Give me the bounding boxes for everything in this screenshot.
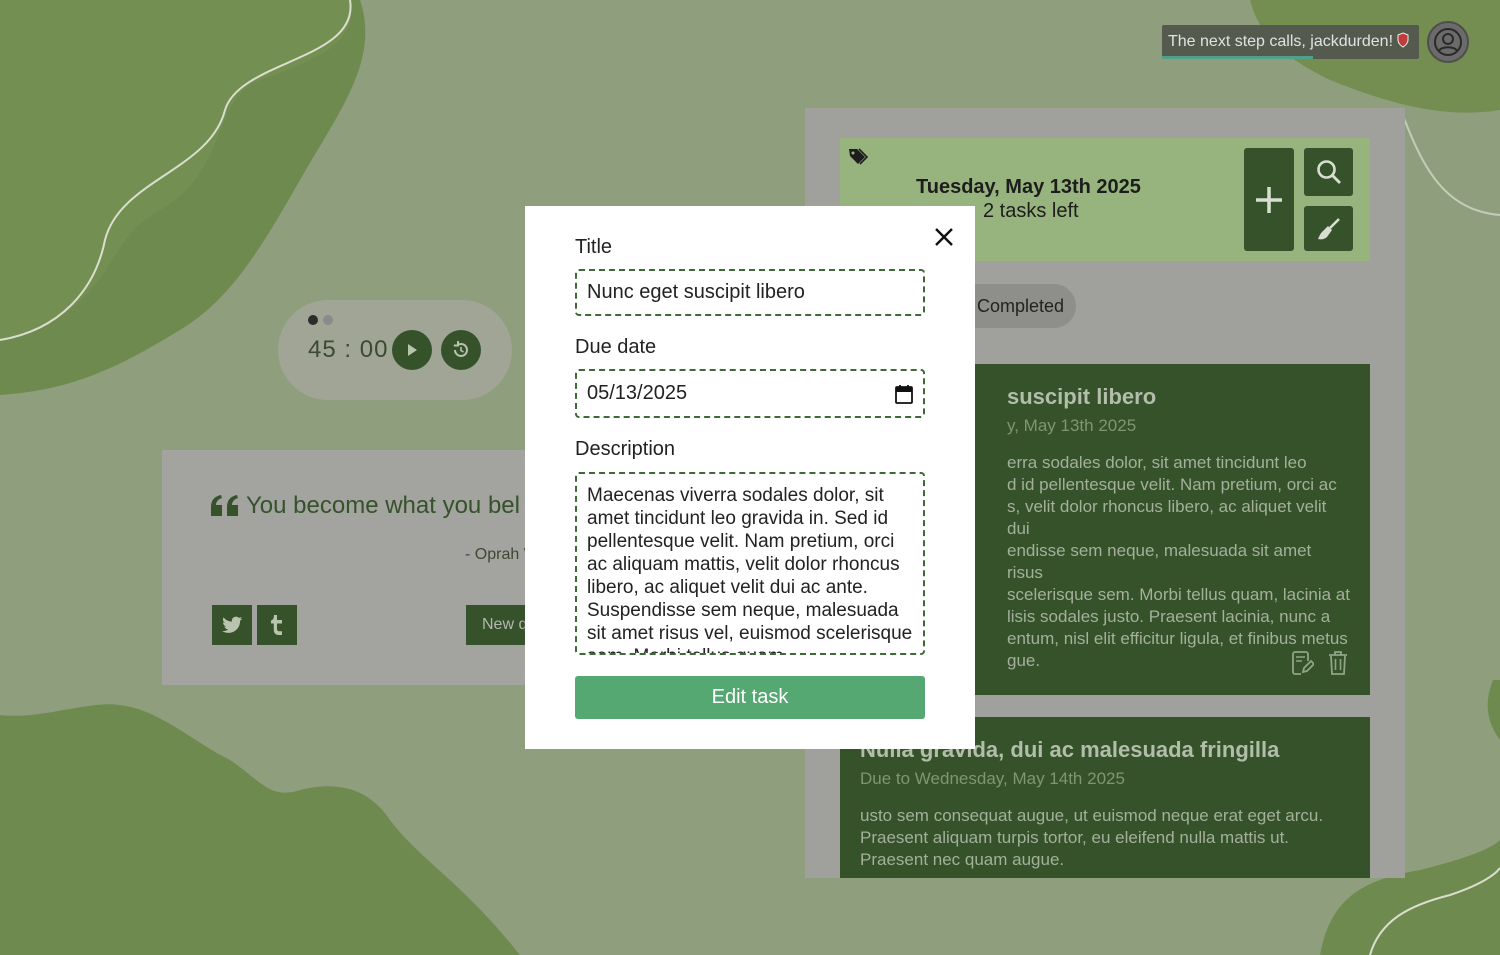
title-label: Title — [575, 236, 613, 258]
title-input[interactable] — [575, 269, 925, 316]
calendar-icon[interactable] — [895, 384, 913, 404]
due-date-label: Due date — [575, 336, 657, 358]
due-date-input[interactable]: 05/13/2025 — [575, 369, 925, 418]
close-modal-button[interactable] — [933, 226, 955, 248]
edit-task-submit-button[interactable]: Edit task — [575, 676, 925, 719]
description-textarea[interactable]: Maecenas viverra sodales dolor, sit amet… — [575, 472, 925, 655]
description-label: Description — [575, 438, 676, 460]
close-icon — [935, 228, 953, 246]
edit-task-modal: Title Due date 05/13/2025 Description Ma… — [525, 206, 975, 749]
due-date-value: 05/13/2025 — [587, 382, 688, 404]
